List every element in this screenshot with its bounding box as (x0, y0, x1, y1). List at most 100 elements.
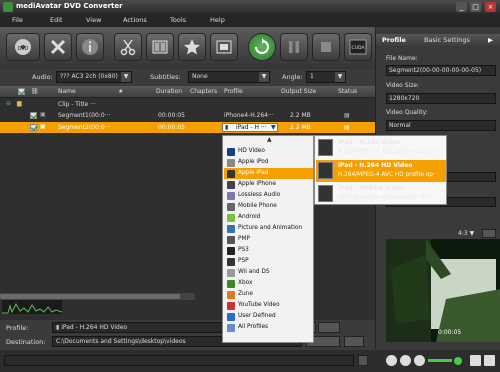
output-panel: Profile: ▮ iPad - H.264 HD Video Destina… (0, 320, 375, 350)
expand-icon[interactable]: ⊖ (6, 100, 11, 107)
snapshot-button[interactable] (210, 33, 238, 61)
category-item[interactable]: Picture and Animation (224, 223, 313, 234)
load-dvd-button[interactable]: DVD (6, 33, 40, 61)
video-quality-select[interactable]: Normal (386, 120, 496, 131)
svg-text:CUDA: CUDA (352, 45, 366, 51)
minimize-button[interactable]: _ (456, 2, 467, 12)
category-item[interactable]: HD Video (224, 146, 313, 157)
row-checkbox[interactable] (30, 124, 37, 131)
aspect-ratio-select[interactable]: 4:3 ▼ (458, 230, 474, 237)
maximize-button[interactable]: □ (470, 2, 481, 12)
profile-panel-header: Profile Basic Settings ▶ (376, 34, 500, 46)
category-item[interactable]: Apple iPhone (224, 179, 313, 190)
profile-item-selected[interactable]: iPad - H.264 HD Video H.264/MPEG-4 AVC H… (316, 160, 446, 182)
audio-select[interactable]: ??? AC3 2ch (0x80) ▼ (56, 71, 132, 83)
volume-knob[interactable] (454, 357, 462, 365)
status-icon: ▤ (344, 112, 350, 119)
log-button[interactable] (358, 355, 368, 366)
category-item[interactable]: PMP (224, 234, 313, 245)
profile-panel-title: Profile (382, 36, 406, 44)
ipad-icon: ▮ (225, 124, 229, 131)
subtitles-select[interactable]: None ▼ (188, 71, 270, 83)
scrollbar-thumb[interactable] (0, 294, 180, 299)
row-name: Segment2(00:0··· (58, 124, 111, 131)
convert-button[interactable] (248, 33, 276, 61)
volume-icon[interactable] (414, 355, 425, 366)
settings-select[interactable]: Basic Settings (424, 36, 470, 44)
snapshot-preview-button[interactable] (470, 355, 481, 366)
col-name[interactable]: Name (58, 88, 76, 95)
camera-icon[interactable] (484, 355, 495, 366)
menu-file[interactable]: File (12, 16, 23, 24)
category-item[interactable]: Apple iPod (224, 157, 313, 168)
menu-tools[interactable]: Tools (170, 16, 186, 24)
category-item[interactable]: PSP (224, 256, 313, 267)
video-quality-label: Video Quality: (386, 109, 428, 116)
angle-select-value: 1 (310, 73, 314, 80)
select-all-checkbox[interactable] (18, 88, 25, 95)
scroll-up-icon[interactable]: ▲ (267, 136, 272, 143)
table-row[interactable]: ▣ Segment1(00:0··· 00:00:05 iPhone4-H.26… (0, 110, 375, 121)
col-profile[interactable]: Profile (224, 88, 243, 95)
row-size: 2.2 MB (290, 124, 311, 131)
clip-button[interactable] (114, 33, 142, 61)
col-chapters[interactable]: Chapters (190, 88, 217, 95)
merge-button[interactable] (146, 33, 174, 61)
link-icon: ⛓ (31, 88, 39, 95)
row-profile-combo[interactable]: iPad - H ··· ▮ ▼ (222, 123, 278, 132)
category-item[interactable]: Lossless Audio (224, 190, 313, 201)
category-item-selected[interactable]: Apple iPad (224, 168, 313, 179)
category-item[interactable]: Wii and DS (224, 267, 313, 278)
preview-time: 0:00:05 (438, 329, 462, 336)
file-name-input[interactable]: Segment2(00-00-00-00-00-05) (386, 65, 496, 76)
snapshot-icon[interactable] (482, 229, 496, 238)
menu-bar: File Edit View Actions Tools Help (0, 14, 500, 27)
table-row[interactable]: ⊖ ▆ Clip - Title ··· (0, 99, 375, 110)
angle-select[interactable]: 1 ▼ (306, 71, 346, 83)
open-folder-button[interactable] (344, 336, 364, 347)
menu-view[interactable]: View (86, 16, 101, 24)
video-size-value: 1280x720 (389, 95, 420, 102)
category-item[interactable]: All Profiles (224, 322, 313, 333)
remove-button[interactable] (44, 33, 72, 61)
row-duration: 00:00:05 (158, 112, 185, 119)
category-item[interactable]: User Defined (224, 311, 313, 322)
chevron-down-icon: ▼ (121, 72, 131, 82)
stop-button[interactable] (312, 33, 340, 61)
row-checkbox[interactable] (30, 112, 37, 119)
category-item[interactable]: PS3 (224, 245, 313, 256)
menu-help[interactable]: Help (210, 16, 225, 24)
cuda-button[interactable]: CUDA (344, 33, 372, 61)
file-list: ⊖ ▆ Clip - Title ··· ▣ Segment1(00:0··· … (0, 98, 375, 320)
col-status[interactable]: Status (338, 88, 357, 95)
horizontal-scrollbar[interactable] (0, 293, 195, 300)
volume-slider[interactable] (428, 359, 452, 362)
effect-button[interactable] (178, 33, 206, 61)
close-button[interactable]: × (485, 2, 496, 12)
profile-item[interactable]: iPad - H.264 Video H.264/MPEG-4 AVC prof… (316, 137, 446, 159)
pause-icon (289, 41, 299, 53)
info-button[interactable] (76, 33, 104, 61)
remove-x-icon (50, 39, 66, 55)
play-button[interactable] (386, 355, 397, 366)
category-item[interactable]: Zune (224, 289, 313, 300)
col-output-size[interactable]: Output Size (281, 88, 316, 95)
category-item[interactable]: Android (224, 212, 313, 223)
expand-panel-icon[interactable]: ▶ (488, 36, 493, 44)
col-duration[interactable]: Duration (156, 88, 182, 95)
player-controls (378, 350, 500, 372)
category-item[interactable]: YouTube Video (224, 300, 313, 311)
profile-item[interactable]: iPad - MPEG4 Video MPEG4 profile optimiz… (316, 183, 446, 205)
category-item[interactable]: Xbox (224, 278, 313, 289)
menu-edit[interactable]: Edit (50, 16, 63, 24)
title-bar: mediAvatar DVD Converter _ □ × (0, 0, 500, 14)
stop-preview-button[interactable] (400, 355, 411, 366)
pause-button[interactable] (280, 33, 308, 61)
row-profile-value: iPad - H ··· (236, 124, 267, 131)
menu-actions[interactable]: Actions (123, 16, 147, 24)
video-size-select[interactable]: 1280x720 (386, 93, 496, 104)
category-item[interactable]: Mobile Phone (224, 201, 313, 212)
table-row-selected[interactable]: ▣ Segment2(00:0··· 00:00:05 iPad - H ···… (0, 122, 375, 133)
star-col-icon: ★ (118, 88, 124, 95)
save-as-button[interactable] (318, 322, 340, 333)
